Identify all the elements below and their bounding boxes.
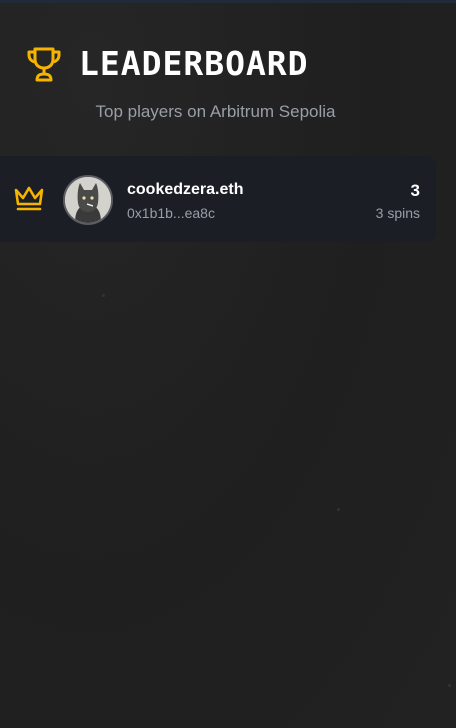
background-speck (337, 508, 340, 511)
leaderboard-header: LEADERBOARD (0, 40, 456, 88)
player-spins: 3 spins (375, 205, 420, 221)
background-speck (102, 294, 105, 297)
player-score: 3 (410, 181, 420, 200)
player-address: 0x1b1b...ea8c (127, 205, 215, 221)
top-strip (0, 0, 456, 3)
crown-icon (12, 184, 46, 214)
player-name: cookedzera.eth (127, 181, 244, 198)
page-title: LEADERBOARD (79, 44, 309, 83)
avatar (63, 175, 113, 225)
background-speck (448, 684, 451, 687)
page-subtitle: Top players on Arbitrum Sepolia (95, 102, 336, 121)
trophy-icon (24, 44, 64, 84)
leaderboard-row[interactable]: cookedzera.eth 0x1b1b...ea8c 3 3 spins (0, 156, 436, 242)
